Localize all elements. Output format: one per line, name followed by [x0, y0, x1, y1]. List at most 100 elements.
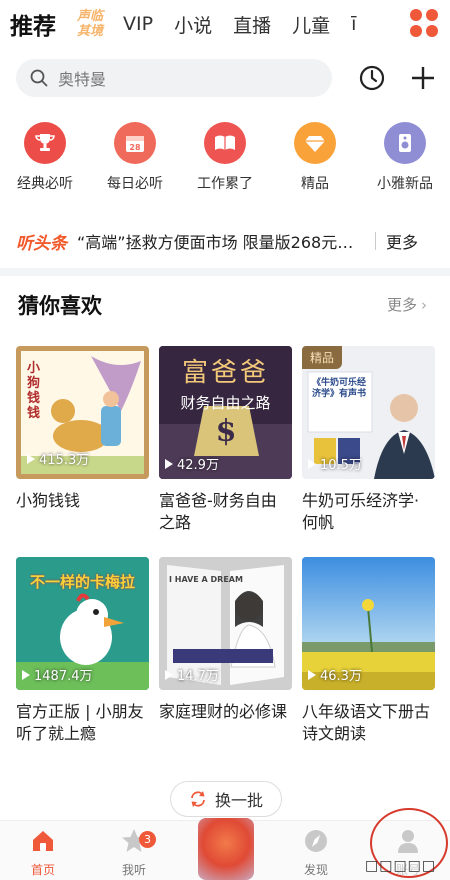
tab-children[interactable]: 儿童: [292, 11, 330, 38]
album-cover: 46.3万: [302, 557, 435, 690]
album-card[interactable]: I HAVE A DREAM 14.7万 家庭理财的必修课: [159, 557, 292, 723]
album-cover-text: 小狗钱钱: [27, 361, 41, 421]
entry-classic-label: 经典必听: [17, 176, 73, 192]
album-title[interactable]: 八年级语文下册古诗文朗读: [302, 701, 435, 745]
album-cover: 《牛奶可乐经济学》有声书 精品 10.5万: [302, 346, 435, 479]
nav-listen[interactable]: 3 我听: [99, 827, 169, 878]
refresh-icon: [191, 791, 205, 807]
notification-badge: 3: [139, 831, 156, 848]
album-cover: 小狗钱钱 415.3万: [16, 346, 149, 479]
album-card[interactable]: 《牛奶可乐经济学》有声书 精品 10.5万 牛奶可乐经济学·何帆: [302, 346, 435, 534]
tab-recommend[interactable]: 推荐: [10, 7, 56, 41]
compass-icon: [305, 830, 327, 852]
entry-premium-label: 精品: [301, 176, 329, 192]
nav-discover[interactable]: 发现: [281, 827, 351, 878]
headline-divider: [375, 232, 376, 250]
search-icon: [30, 69, 48, 87]
album-cover-text: 富爸爸: [181, 358, 269, 388]
entry-classic[interactable]: 经典必听: [0, 122, 90, 193]
headline-bar[interactable]: 听头条 “高端”拯救方便面市场 限量版268元… 更多: [0, 226, 450, 256]
section-separator: [0, 268, 450, 276]
album-cover: 不一样的卡梅拉 1487.4万: [16, 557, 149, 690]
play-count-value: 415.3万: [39, 453, 90, 468]
history-clock-icon[interactable]: [358, 64, 386, 92]
nav-listen-label: 我听: [121, 863, 146, 877]
entry-new-label: 小雅新品: [377, 176, 433, 192]
album-card[interactable]: 46.3万 八年级语文下册古诗文朗读: [302, 557, 435, 745]
entry-daily[interactable]: 28 每日必听: [90, 122, 180, 193]
section-more-label: 更多: [387, 296, 418, 314]
tab-more-partial[interactable]: ī: [351, 13, 356, 35]
nav-home[interactable]: 首页: [8, 827, 78, 878]
play-icon: [165, 458, 173, 469]
album-cover: $ 富爸爸 财务自由之路 42.9万: [159, 346, 292, 479]
plus-icon[interactable]: [409, 64, 437, 92]
play-count-value: 10.5万: [320, 458, 362, 473]
album-title[interactable]: 小狗钱钱: [16, 490, 149, 512]
album-card[interactable]: 小狗钱钱 415.3万 小狗钱钱: [16, 346, 149, 512]
play-count: 10.5万: [308, 454, 362, 473]
album-title[interactable]: 官方正版 | 小朋友听了就上瘾: [16, 701, 149, 745]
album-cover-text: I HAVE A DREAM: [169, 575, 243, 584]
play-icon: [308, 458, 316, 469]
section-title: 猜你喜欢: [18, 294, 102, 318]
tab-special-event[interactable]: 声临 其境: [77, 9, 103, 39]
entry-tired[interactable]: 工作累了: [180, 122, 270, 193]
refresh-label: 换一批: [214, 791, 263, 810]
entry-new[interactable]: 小雅新品: [360, 122, 450, 193]
album-title[interactable]: 牛奶可乐经济学·何帆: [302, 490, 435, 534]
svg-text:$: $: [216, 414, 237, 449]
nav-discover-label: 发现: [303, 863, 328, 877]
trophy-icon: [24, 122, 66, 164]
watermark: □□□□□: [365, 858, 437, 874]
tab-novel[interactable]: 小说: [174, 11, 212, 38]
entry-premium[interactable]: 精品: [270, 122, 360, 193]
book-icon: [204, 122, 246, 164]
tab-special-line2: 其境: [77, 24, 104, 39]
play-count-value: 1487.4万: [34, 669, 93, 684]
section-more-link[interactable]: 更多 ›: [387, 294, 427, 315]
now-playing-button[interactable]: [198, 818, 254, 880]
tab-live[interactable]: 直播: [233, 11, 271, 38]
album-title[interactable]: 富爸爸-财务自由之路: [159, 490, 292, 534]
headline-text[interactable]: “高端”拯救方便面市场 限量版268元…: [77, 229, 367, 253]
play-count: 1487.4万: [22, 665, 93, 684]
category-grid-icon[interactable]: [410, 9, 438, 37]
play-icon: [27, 453, 35, 464]
play-count: 42.9万: [165, 454, 219, 473]
play-icon: [165, 669, 173, 680]
premium-badge: 精品: [302, 346, 343, 369]
entry-daily-label: 每日必听: [107, 176, 163, 192]
search-bar[interactable]: 奥特曼: [16, 59, 332, 97]
svg-text:28: 28: [129, 143, 141, 152]
entry-tired-label: 工作累了: [197, 176, 253, 192]
play-count-value: 14.7万: [177, 669, 219, 684]
play-icon: [308, 669, 316, 680]
play-count: 46.3万: [308, 665, 362, 684]
play-icon: [22, 669, 30, 680]
refresh-button[interactable]: 换一批: [170, 781, 282, 817]
album-card[interactable]: 不一样的卡梅拉 1487.4万 官方正版 | 小朋友听了就上瘾: [16, 557, 149, 745]
album-cover: I HAVE A DREAM 14.7万: [159, 557, 292, 690]
search-input[interactable]: 奥特曼: [58, 66, 106, 90]
tab-vip[interactable]: VIP: [123, 13, 153, 35]
home-icon: [33, 831, 53, 851]
tab-special-line1: 声临: [77, 9, 104, 24]
calendar-icon: 28: [114, 122, 156, 164]
album-cover-text: 《牛奶可乐经济学》有声书: [312, 378, 367, 399]
play-count: 415.3万: [27, 449, 89, 468]
speaker-icon: [384, 122, 426, 164]
headline-tag: 听头条: [16, 233, 67, 254]
quick-entries: 经典必听 28 每日必听 工作累了 精品 小雅新品: [0, 122, 450, 202]
play-count: 14.7万: [165, 665, 219, 684]
play-count-value: 42.9万: [177, 458, 219, 473]
diamond-icon: [294, 122, 336, 164]
album-card[interactable]: $ 富爸爸 财务自由之路 42.9万 富爸爸-财务自由之路: [159, 346, 292, 534]
headline-more-link[interactable]: 更多: [386, 229, 418, 253]
album-cover-text: 不一样的卡梅拉: [29, 573, 135, 591]
album-cover-subtext: 财务自由之路: [180, 394, 271, 412]
nav-home-label: 首页: [30, 863, 55, 877]
chevron-right-icon: ›: [421, 296, 428, 314]
play-count-value: 46.3万: [320, 669, 362, 684]
album-title[interactable]: 家庭理财的必修课: [159, 701, 292, 723]
